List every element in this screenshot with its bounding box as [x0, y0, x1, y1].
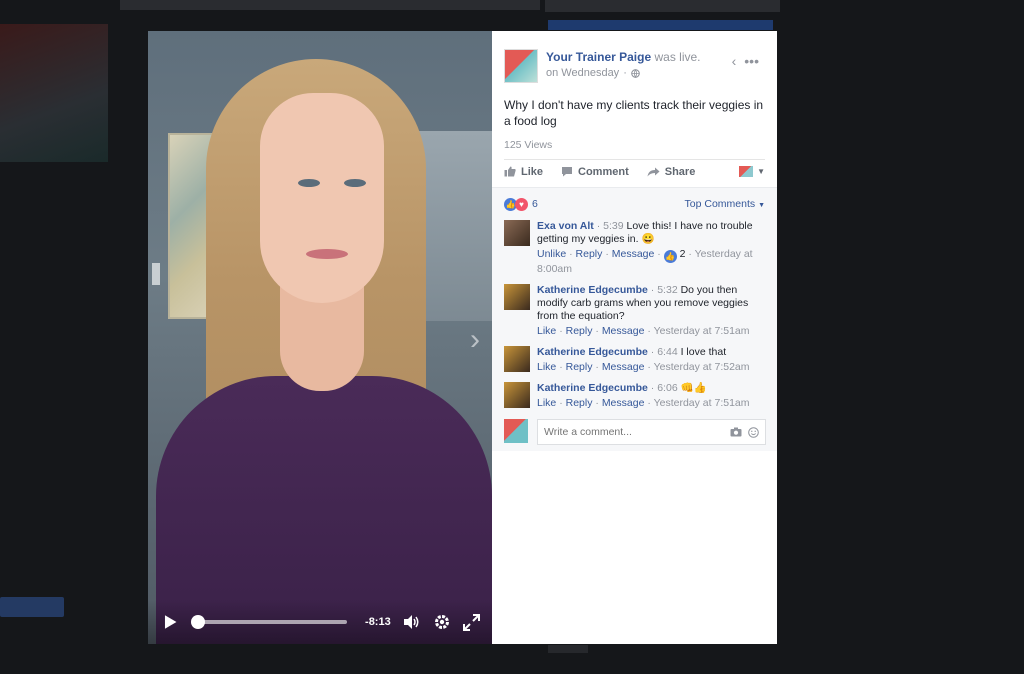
- post-side-panel: Your Trainer Paige was live. on Wednesda…: [492, 31, 777, 644]
- video-person-lips: [306, 249, 348, 259]
- post-as-selector[interactable]: ▼: [739, 166, 765, 177]
- commenter-avatar[interactable]: [504, 382, 530, 408]
- comment-item: Katherine Edgecumbe · 6:06 👊👍 Like · Repl…: [492, 382, 777, 410]
- video-scrubber-handle[interactable]: [191, 615, 206, 629]
- share-label: Share: [664, 165, 696, 178]
- comment-video-time[interactable]: · 5:39: [597, 220, 624, 232]
- like-link[interactable]: Like: [537, 397, 556, 409]
- comment-composer: [504, 419, 766, 445]
- like-link[interactable]: Like: [537, 325, 556, 337]
- page-avatar[interactable]: [504, 49, 538, 83]
- like-link[interactable]: Like: [537, 361, 556, 373]
- reactions-summary: 👍 ♥ 6 Top Comments ▼: [492, 188, 777, 212]
- like-label: Like: [521, 165, 544, 178]
- next-video-chevron-icon[interactable]: ›: [470, 323, 480, 357]
- volume-icon[interactable]: [403, 613, 421, 631]
- commenter-avatar[interactable]: [504, 284, 530, 310]
- like-button[interactable]: Like: [504, 166, 543, 178]
- message-link[interactable]: Message: [602, 361, 645, 373]
- video-progress-bar[interactable]: [191, 615, 348, 629]
- comment-video-time[interactable]: · 6:44: [651, 346, 678, 358]
- like-reaction-icon: 👍: [663, 250, 677, 263]
- fullscreen-icon[interactable]: [462, 613, 480, 631]
- comment-item: Katherine Edgecumbe · 6:44 I love that Li…: [492, 346, 777, 374]
- video-person-face: [260, 93, 384, 303]
- comment-input[interactable]: [544, 426, 730, 438]
- chevron-left-icon[interactable]: ‹: [732, 53, 737, 69]
- meta-separator: ·: [623, 67, 627, 79]
- video-modal: › -8:13 Your Trainer Paige was live. on …: [148, 31, 777, 644]
- comment-video-time[interactable]: · 5:32: [651, 284, 678, 296]
- globe-icon: [631, 68, 640, 78]
- comment-label: Comment: [578, 165, 629, 178]
- page-name-link[interactable]: Your Trainer Paige: [546, 50, 651, 64]
- live-status: was live.: [654, 50, 701, 64]
- comment-like-badge[interactable]: 👍 2: [663, 248, 685, 263]
- more-options-icon[interactable]: •••: [744, 53, 759, 69]
- comment-button[interactable]: Comment: [561, 166, 629, 178]
- comment-input-box[interactable]: [537, 419, 766, 445]
- commenter-name[interactable]: Katherine Edgecumbe: [537, 284, 648, 296]
- comment-item: Exa von Alt · 5:39 Love this! I have no …: [492, 220, 777, 276]
- share-arrow-icon: [647, 167, 660, 176]
- thumbs-up-icon: [504, 166, 516, 177]
- commenter-avatar[interactable]: [504, 346, 530, 372]
- comment-list: Exa von Alt · 5:39 Love this! I have no …: [492, 220, 777, 410]
- comment-bubble-icon: [562, 167, 573, 177]
- message-link[interactable]: Message: [602, 325, 645, 337]
- reply-link[interactable]: Reply: [566, 325, 593, 337]
- reaction-count[interactable]: 6: [532, 198, 538, 210]
- love-reaction-icon[interactable]: ♥: [515, 197, 528, 211]
- unlike-link[interactable]: Unlike: [537, 248, 566, 260]
- commenter-name[interactable]: Exa von Alt: [537, 220, 594, 232]
- commenter-name[interactable]: Katherine Edgecumbe: [537, 346, 648, 358]
- video-player[interactable]: › -8:13: [148, 31, 492, 644]
- background-bar: [120, 0, 540, 10]
- composer-avatar: [504, 419, 528, 443]
- post-action-bar: Like Comment Share ▼: [504, 159, 765, 183]
- video-person-eye: [298, 179, 320, 187]
- comment-timestamp[interactable]: Yesterday at 7:52am: [654, 361, 750, 373]
- background-bar: [545, 0, 780, 12]
- comment-sort-dropdown[interactable]: Top Comments ▼: [685, 198, 765, 210]
- share-button[interactable]: Share: [647, 165, 696, 178]
- commenter-avatar[interactable]: [504, 220, 530, 246]
- reply-link[interactable]: Reply: [576, 248, 603, 260]
- comment-text: 👊👍: [680, 382, 707, 394]
- post-text: Why I don't have my clients track their …: [504, 98, 764, 128]
- background-button: [548, 20, 773, 30]
- comment-timestamp[interactable]: Yesterday at 7:51am: [654, 397, 750, 409]
- video-person-eye: [344, 179, 366, 187]
- background-button: [0, 597, 64, 617]
- video-background-outlet: [152, 263, 160, 285]
- comment-video-time[interactable]: · 6:06: [651, 382, 678, 394]
- reply-link[interactable]: Reply: [566, 361, 593, 373]
- comment-text: I love that: [680, 346, 727, 358]
- emoji-smile-icon[interactable]: [748, 426, 759, 438]
- message-link[interactable]: Message: [602, 397, 645, 409]
- post-timestamp[interactable]: on Wednesday: [546, 65, 619, 81]
- comment-sort-label: Top Comments: [684, 198, 756, 210]
- settings-gear-icon[interactable]: [433, 613, 451, 631]
- comment-timestamp[interactable]: Yesterday at 7:51am: [654, 325, 750, 337]
- commenter-name[interactable]: Katherine Edgecumbe: [537, 382, 648, 394]
- caret-down-icon: ▼: [757, 167, 765, 176]
- background-bar: [548, 645, 588, 653]
- view-count: 125 Views: [504, 139, 553, 151]
- message-link[interactable]: Message: [612, 248, 655, 260]
- camera-icon[interactable]: [730, 427, 742, 437]
- time-remaining: -8:13: [365, 616, 391, 628]
- comment-item: Katherine Edgecumbe · 5:32 Do you then m…: [492, 284, 777, 338]
- video-controls: -8:13: [148, 600, 492, 644]
- video-background-window: [418, 131, 492, 321]
- reply-link[interactable]: Reply: [566, 397, 593, 409]
- background-cover-photo: [0, 24, 108, 162]
- comments-section: 👍 ♥ 6 Top Comments ▼ Exa von Alt · 5:39 …: [492, 187, 777, 451]
- caret-down-icon: ▼: [758, 202, 765, 209]
- play-icon[interactable]: [164, 614, 177, 630]
- page-mini-avatar: [739, 166, 754, 177]
- post-header: Your Trainer Paige was live. on Wednesda…: [492, 31, 777, 83]
